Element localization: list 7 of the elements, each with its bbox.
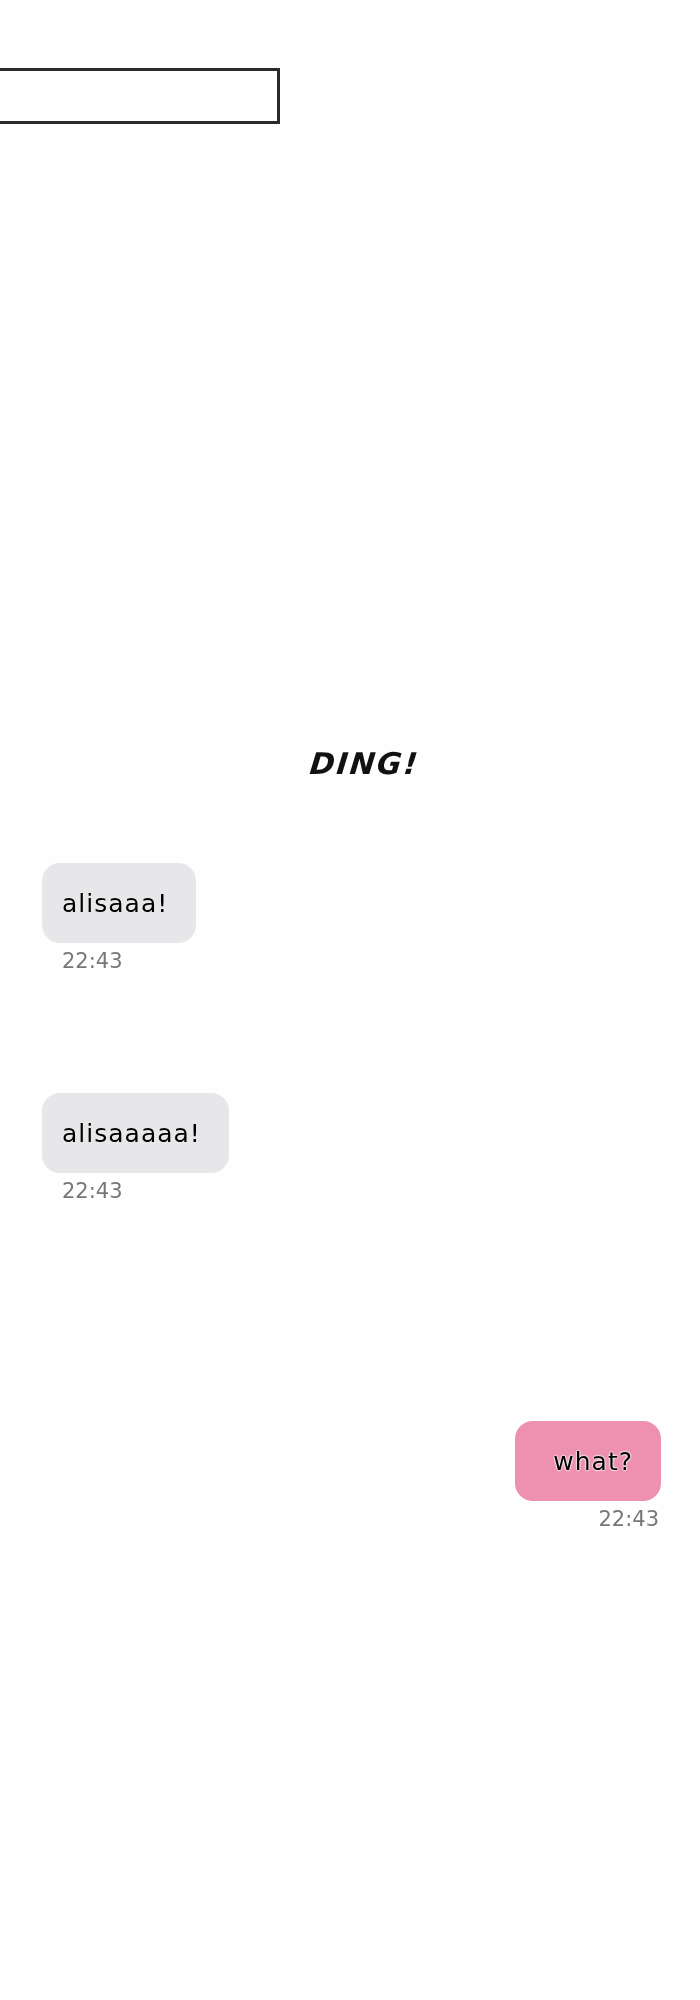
received-message-bubble: alisaaa! bbox=[42, 863, 197, 943]
message-time: 22:43 bbox=[62, 1179, 123, 1203]
received-message-bubble: alisaaaaa! bbox=[42, 1093, 229, 1173]
sound-effect-text: DING! bbox=[308, 746, 422, 781]
message-time: 22:43 bbox=[598, 1507, 659, 1531]
message-time: 22:43 bbox=[62, 949, 123, 973]
sent-message-bubble: what? bbox=[515, 1421, 661, 1501]
